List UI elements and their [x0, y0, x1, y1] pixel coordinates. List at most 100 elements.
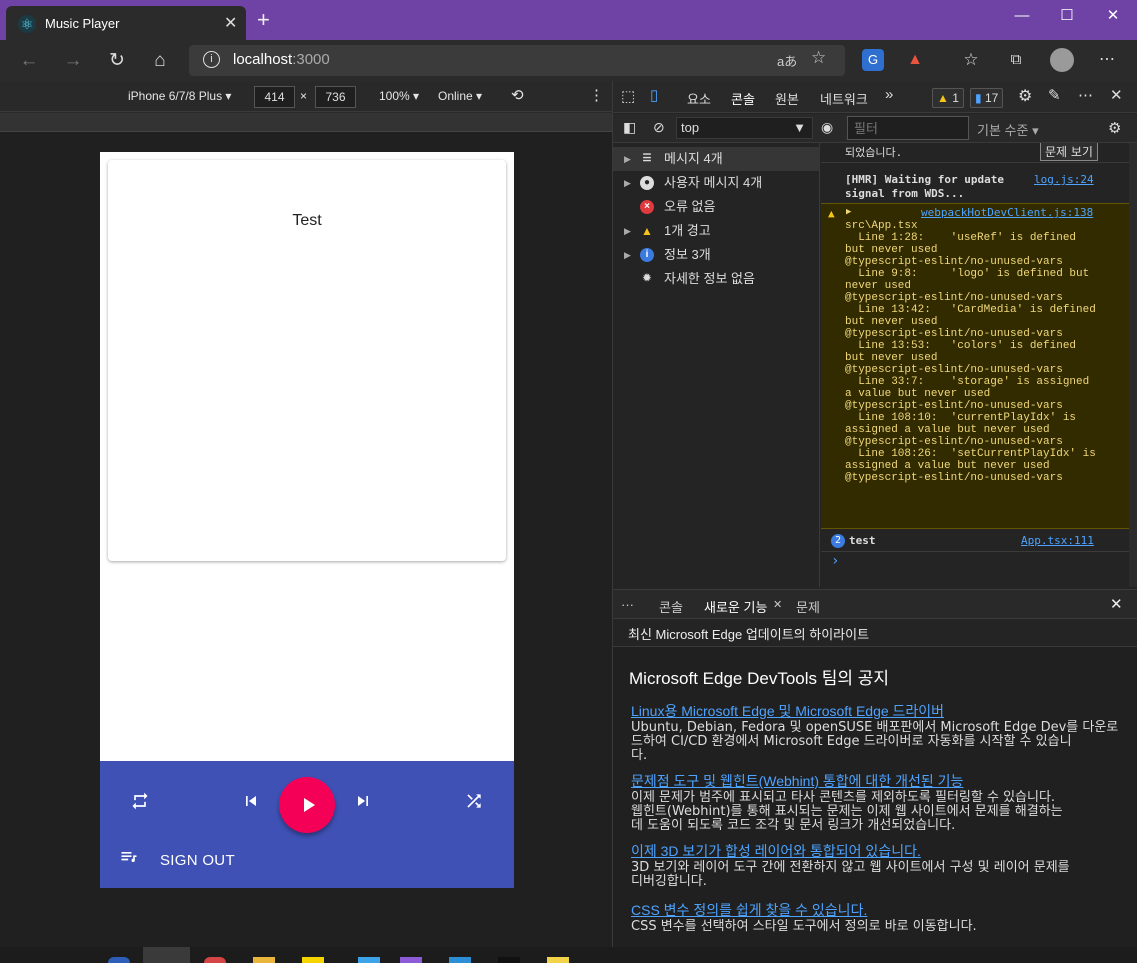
extension-icon[interactable]: ▲: [904, 49, 926, 71]
live-expression-icon[interactable]: ◉: [821, 119, 833, 136]
sidebar-item-warnings[interactable]: ▶ ▲ 1개 경고: [613, 219, 820, 243]
tab-network[interactable]: 네트워크: [820, 89, 868, 108]
edge-taskbar-icon[interactable]: [108, 957, 130, 963]
issue-text: 되었습니다.: [845, 146, 903, 159]
sidebar-item-info[interactable]: ▶ i 정보 3개: [613, 243, 820, 267]
drawer-tab-issues[interactable]: 문제: [796, 597, 820, 616]
read-aloud-icon[interactable]: aあ: [777, 51, 797, 70]
app-taskbar-icon[interactable]: [204, 957, 226, 963]
vscode-taskbar-icon[interactable]: [449, 957, 471, 963]
sidebar-item-errors[interactable]: × 오류 없음: [613, 195, 820, 219]
expand-arrow-icon[interactable]: ▶: [846, 207, 851, 217]
device-select[interactable]: iPhone 6/7/8 Plus ▾: [128, 89, 231, 103]
browser-tab[interactable]: ⚛ Music Player ✕: [6, 6, 246, 40]
tab-elements[interactable]: 요소: [687, 89, 711, 108]
device-emulation-icon[interactable]: ▯: [650, 86, 658, 104]
collections-icon[interactable]: ⧉: [1005, 49, 1027, 71]
more-tabs-icon[interactable]: »: [885, 86, 893, 103]
drawer-tab-console[interactable]: 콘솔: [659, 597, 683, 616]
filter-input[interactable]: [847, 116, 969, 140]
console-settings-icon[interactable]: ⚙: [1108, 119, 1121, 137]
news-link-linux[interactable]: Linux용 Microsoft Edge 및 Microsoft Edge 드…: [631, 701, 944, 721]
source-link[interactable]: App.tsx:111: [1021, 534, 1094, 547]
folder-taskbar-icon[interactable]: [253, 957, 275, 963]
zoom-select[interactable]: 100% ▾: [379, 89, 419, 103]
issue-message: 되었습니다. 문제 보기: [821, 143, 1137, 163]
skip-previous-icon[interactable]: [236, 790, 266, 820]
app-taskbar-icon[interactable]: [358, 957, 380, 963]
forward-icon[interactable]: →: [60, 48, 86, 74]
media-query-ruler[interactable]: [0, 113, 612, 132]
close-tab-icon[interactable]: ✕: [773, 598, 782, 611]
device-more-icon[interactable]: ⋮: [589, 86, 604, 104]
minimize-button[interactable]: —: [1004, 6, 1040, 26]
hmr-message: [HMR] Waiting for update signal from WDS…: [821, 171, 1137, 203]
shuffle-icon[interactable]: [459, 790, 489, 820]
close-window-button[interactable]: ✕: [1095, 6, 1131, 26]
skip-next-icon[interactable]: [348, 790, 378, 820]
settings-icon[interactable]: ⚙: [1018, 86, 1032, 106]
issues-icon: ▮: [975, 91, 982, 105]
times-sign: ×: [300, 89, 308, 103]
view-issues-button[interactable]: 문제 보기: [1040, 143, 1098, 161]
news-link-3d-view[interactable]: 이제 3D 보기가 합성 레이어와 통합되어 있습니다.: [631, 841, 921, 861]
new-tab-button[interactable]: +: [257, 9, 270, 31]
context-select[interactable]: top ▼: [676, 117, 813, 139]
visual-studio-taskbar-icon[interactable]: [400, 957, 422, 963]
news-body: CSS 변수를 선택하여 스타일 도구에서 정의로 바로 이동합니다.: [631, 919, 977, 934]
sidebar-item-user-messages[interactable]: ▶ ● 사용자 메시지 4개: [613, 171, 820, 195]
height-input[interactable]: 736: [315, 86, 356, 108]
warnings-badge[interactable]: ▲ 1: [932, 88, 964, 108]
width-input[interactable]: 414: [254, 86, 295, 108]
console-sidebar: ▶ ☰ 메시지 4개 ▶ ● 사용자 메시지 4개 × 오류 없음 ▶ ▲ 1개 경고 ▶ i 정…: [613, 143, 820, 587]
favorite-add-icon[interactable]: ☆: [811, 48, 826, 68]
inspect-icon[interactable]: ⬚: [621, 87, 635, 105]
home-icon[interactable]: ⌂: [147, 48, 173, 74]
app-taskbar-icon[interactable]: [547, 957, 569, 963]
terminal-taskbar-icon[interactable]: [498, 957, 520, 963]
sidebar-toggle-icon[interactable]: ◧: [623, 119, 636, 136]
sidebar-item-verbose[interactable]: ✹ 자세한 정보 없음: [613, 267, 820, 291]
log-level-select[interactable]: 기본 수준 ▾: [977, 120, 1039, 139]
address-port: :3000: [292, 51, 330, 68]
profile-avatar[interactable]: [1050, 48, 1074, 72]
playlist-icon[interactable]: [114, 846, 144, 876]
console-scrollbar[interactable]: [1129, 143, 1137, 587]
source-link[interactable]: webpackHotDevClient.js:138: [921, 206, 1093, 219]
favorites-icon[interactable]: ☆: [960, 49, 982, 71]
sidebar-item-label: 1개 경고: [664, 223, 711, 238]
source-link[interactable]: log.js:24: [1034, 173, 1094, 186]
issues-badge[interactable]: ▮ 17: [970, 88, 1004, 108]
play-button[interactable]: [279, 777, 335, 833]
sidebar-item-label: 자세한 정보 없음: [664, 271, 755, 286]
tab-console[interactable]: 콘솔: [731, 89, 755, 116]
close-devtools-icon[interactable]: ✕: [1110, 86, 1123, 104]
feedback-icon[interactable]: ✎: [1048, 86, 1061, 104]
clear-console-icon[interactable]: ⊘: [653, 119, 665, 136]
console-prompt[interactable]: ›: [821, 552, 1137, 572]
drawer-more-icon[interactable]: ···: [621, 597, 634, 612]
network-select[interactable]: Online ▾: [438, 89, 482, 103]
more-menu-icon[interactable]: ⋯: [1096, 49, 1118, 71]
news-link-css-vars[interactable]: CSS 변수 정의를 쉽게 찾을 수 있습니다.: [631, 900, 867, 920]
close-drawer-icon[interactable]: ✕: [1110, 595, 1123, 613]
translate-extension-icon[interactable]: G: [862, 49, 884, 71]
devtools-more-icon[interactable]: ⋯: [1078, 86, 1093, 104]
expand-arrow-icon: ▶: [624, 226, 631, 236]
back-icon[interactable]: ←: [16, 48, 42, 74]
refresh-icon[interactable]: ↻: [104, 48, 130, 74]
rotate-icon[interactable]: ⟲: [511, 86, 524, 104]
tab-sources[interactable]: 원본: [775, 89, 799, 108]
app-taskbar-icon[interactable]: [302, 957, 324, 963]
address-bar[interactable]: i localhost:3000 aあ ☆: [189, 45, 845, 76]
repeat-icon[interactable]: [125, 790, 155, 820]
info-icon[interactable]: i: [203, 51, 220, 68]
news-link-issues[interactable]: 문제점 도구 및 웹힌트(Webhint) 통합에 대한 개선된 기능: [631, 771, 963, 791]
active-app-taskbar-icon[interactable]: [143, 947, 190, 963]
sidebar-item-messages[interactable]: ▶ ☰ 메시지 4개: [613, 147, 820, 171]
warning-icon: ▲: [828, 207, 835, 220]
prompt-icon: ›: [831, 553, 840, 569]
sign-out-button[interactable]: SIGN OUT: [160, 852, 235, 869]
close-tab-icon[interactable]: ✕: [224, 13, 237, 33]
maximize-button[interactable]: ☐: [1049, 6, 1085, 26]
